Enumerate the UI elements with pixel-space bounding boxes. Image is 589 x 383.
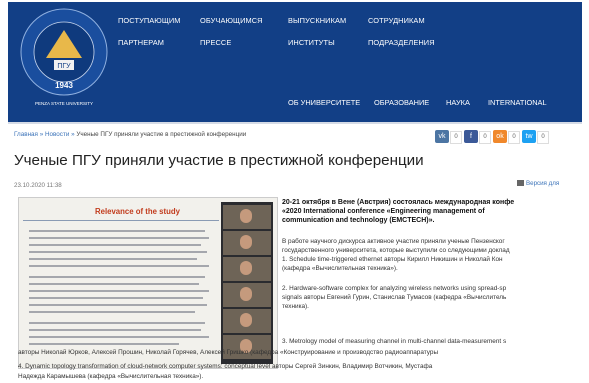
paragraph-line: 2. Hardware-software complex for analyzi… bbox=[282, 285, 507, 292]
facebook-share-icon[interactable]: f bbox=[464, 130, 478, 143]
video-participants-panel bbox=[221, 202, 273, 364]
lead-line: «2020 International conference «Engineer… bbox=[282, 208, 485, 215]
paragraph-line: 3. Metrology model of measuring channel … bbox=[282, 338, 507, 345]
article-date: 23.10.2020 11:38 bbox=[14, 182, 62, 189]
menu-about[interactable]: ОБ УНИВЕРСИТЕТЕ bbox=[282, 94, 366, 111]
slide-text-line bbox=[29, 265, 209, 267]
article-photo[interactable]: Relevance of the study bbox=[18, 197, 278, 369]
twitter-share-icon[interactable]: tw bbox=[522, 130, 536, 143]
breadcrumb-current: Ученые ПГУ приняли участие в престижной … bbox=[76, 131, 247, 138]
paragraph-line: signals авторы Евгений Гурин, Станислав … bbox=[282, 294, 507, 301]
participant-video bbox=[223, 309, 271, 333]
participant-video bbox=[223, 205, 271, 229]
participant-video bbox=[223, 231, 271, 255]
menu-international[interactable]: INTERNATIONAL bbox=[482, 94, 553, 111]
slide-text-line bbox=[29, 336, 209, 338]
participant-video bbox=[223, 283, 271, 307]
vk-share-icon[interactable]: vk bbox=[435, 130, 449, 143]
print-label: Версия для bbox=[526, 180, 560, 187]
paragraph-line: В работе научного дискурса активное учас… bbox=[282, 238, 505, 245]
menu-science[interactable]: НАУКА bbox=[440, 94, 476, 111]
paragraph-line: 4. Dynamic topology transformation of cl… bbox=[18, 363, 433, 370]
facebook-share-count: 0 bbox=[479, 131, 491, 144]
slide-text-line bbox=[29, 322, 205, 324]
lead-line: 20-21 октября в Вене (Австрия) состоялас… bbox=[282, 199, 515, 206]
ok-share-icon[interactable]: ok bbox=[493, 130, 507, 143]
nav-item-staff[interactable]: СОТРУДНИКАМ bbox=[368, 16, 425, 25]
slide-text-line bbox=[29, 230, 205, 232]
paragraph-line: Надежда Карамышева (кафедра «Вычислитель… bbox=[18, 373, 204, 380]
nav-item-applicants[interactable]: ПОСТУПАЮЩИМ bbox=[118, 16, 181, 25]
breadcrumb-sep: » bbox=[71, 131, 75, 138]
page-title: Ученые ПГУ приняли участие в престижной … bbox=[14, 152, 424, 169]
slide-text-line bbox=[29, 251, 207, 253]
breadcrumb-news[interactable]: Новости bbox=[45, 131, 69, 138]
breadcrumb-sep: » bbox=[39, 131, 44, 138]
breadcrumb-home[interactable]: Главная bbox=[14, 131, 38, 138]
slide-text-line bbox=[29, 244, 201, 246]
paragraph-line: авторы Николай Юрков, Алексей Прошин, Ни… bbox=[18, 349, 439, 356]
logo-year: 1943 bbox=[55, 81, 73, 90]
nav-item-press[interactable]: ПРЕССЕ bbox=[200, 38, 231, 47]
printer-icon bbox=[517, 180, 524, 186]
logo-bottom-text: PENZA STATE UNIVERSITY bbox=[35, 101, 93, 106]
nav-item-graduates[interactable]: ВЫПУСКНИКАМ bbox=[288, 16, 346, 25]
nav-item-partners[interactable]: ПАРТНЕРАМ bbox=[118, 38, 164, 47]
twitter-share-count: 0 bbox=[537, 131, 549, 144]
slide-rule bbox=[23, 220, 219, 221]
slide-text-line bbox=[29, 311, 195, 313]
university-logo[interactable]: ПГУ 1943 PENZA STATE UNIVERSITY bbox=[18, 6, 110, 110]
site-header: ПГУ 1943 PENZA STATE UNIVERSITY ПОСТУПАЮ… bbox=[8, 2, 582, 122]
paragraph-line: 1. Schedule time-triggered ethernet авто… bbox=[282, 256, 503, 263]
header-divider bbox=[8, 122, 582, 124]
ok-share-count: 0 bbox=[508, 131, 520, 144]
slide-text-line bbox=[29, 290, 209, 292]
nav-item-departments[interactable]: ПОДРАЗДЕЛЕНИЯ bbox=[368, 38, 435, 47]
slide-text-line bbox=[29, 304, 207, 306]
nav-item-institutes[interactable]: ИНСТИТУТЫ bbox=[288, 38, 335, 47]
slide-text-line bbox=[29, 237, 209, 239]
slide-text-line bbox=[29, 258, 197, 260]
participant-video bbox=[223, 257, 271, 281]
slide-text-line bbox=[29, 329, 201, 331]
slide-text-line bbox=[29, 343, 179, 345]
menu-education[interactable]: ОБРАЗОВАНИЕ bbox=[368, 94, 435, 111]
slide-text-line bbox=[29, 297, 203, 299]
logo-book-letters: ПГУ bbox=[57, 63, 71, 70]
breadcrumb: Главная » Новости » Ученые ПГУ приняли у… bbox=[14, 131, 246, 138]
nav-item-students[interactable]: ОБУЧАЮЩИМСЯ bbox=[200, 16, 263, 25]
print-version-link[interactable]: Версия для bbox=[517, 180, 559, 187]
paragraph-line: государственного университета, которые в… bbox=[282, 247, 510, 254]
paragraph-line: техника). bbox=[282, 303, 309, 310]
paragraph-line: (кафедра «Вычислительная техника»). bbox=[282, 265, 398, 272]
slide-text-line bbox=[29, 283, 199, 285]
slide-text-line bbox=[29, 276, 205, 278]
lead-line: communication and technology (EMCTECH)». bbox=[282, 217, 435, 224]
vk-share-count: 0 bbox=[450, 131, 462, 144]
slide-title: Relevance of the study bbox=[95, 207, 180, 216]
